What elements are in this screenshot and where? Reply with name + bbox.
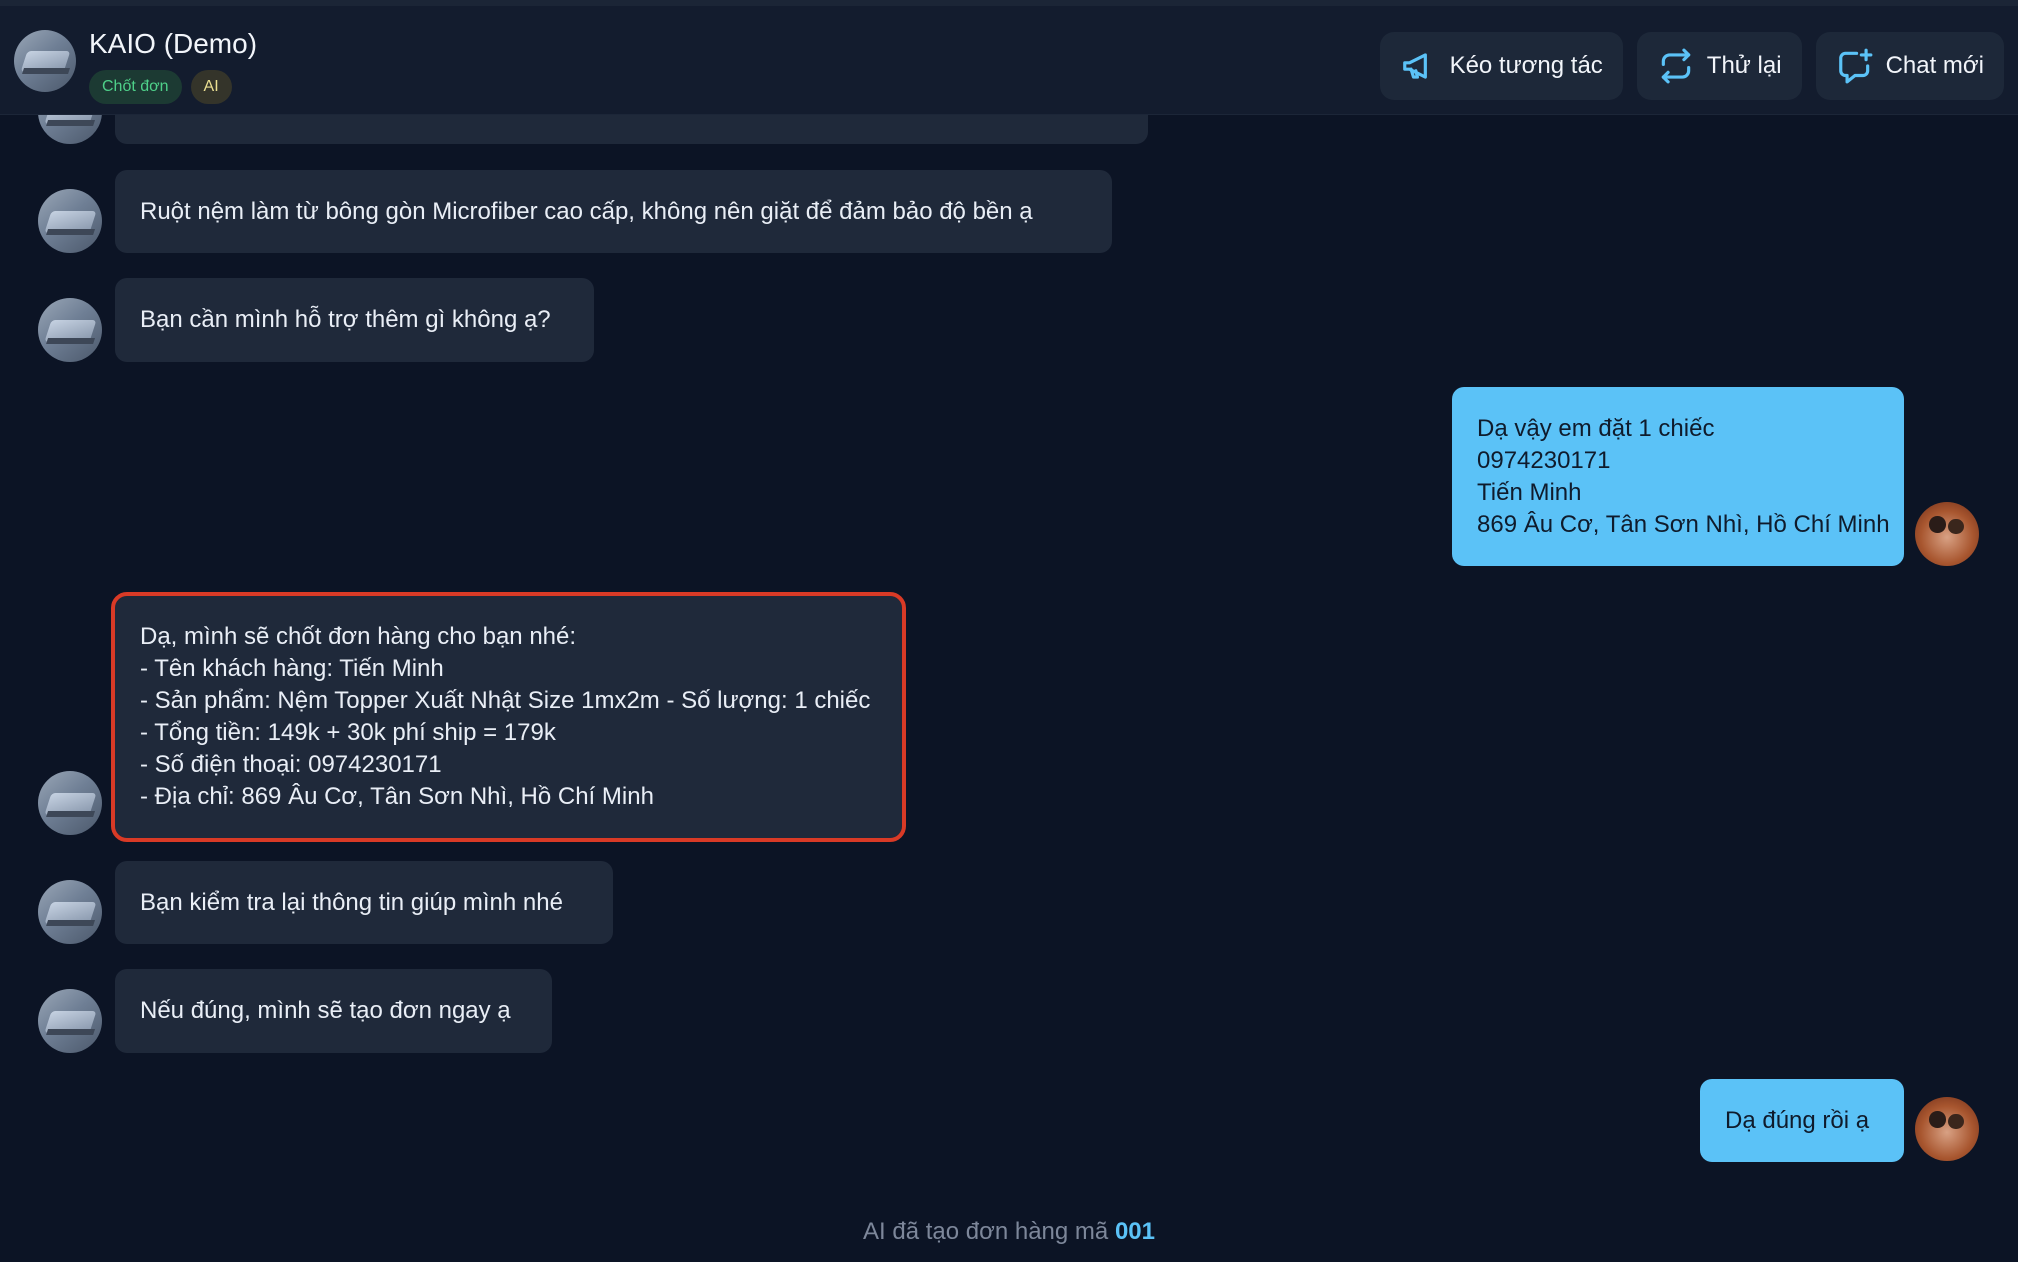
message-line: - Sản phẩm: Nệm Topper Xuất Nhật Size 1m… [140, 687, 871, 714]
new-chat-button-label: Chat mới [1885, 52, 1984, 79]
bot-avatar [38, 189, 102, 253]
bot-avatar [38, 989, 102, 1053]
retry-button-label: Thử lại [1706, 52, 1782, 79]
user-message: Dạ vậy em đặt 1 chiếc 0974230171 Tiến Mi… [1452, 387, 1904, 566]
message-line: - Địa chỉ: 869 Âu Cơ, Tân Sơn Nhì, Hồ Ch… [140, 783, 654, 810]
message-text: Dạ đúng rồi ạ [1725, 1106, 1870, 1134]
message-line: Dạ vậy em đặt 1 chiếc [1477, 414, 1715, 442]
bot-message: Bạn cần mình hỗ trợ thêm gì không ạ? [115, 278, 594, 362]
engagement-button-label: Kéo tương tác [1449, 52, 1603, 79]
message-line: Tiến Minh [1477, 478, 1582, 506]
message-line: - Số điện thoại: 0974230171 [140, 751, 442, 778]
user-avatar [1915, 1097, 1979, 1161]
order-code: 001 [1114, 1218, 1155, 1245]
megaphone-icon [1402, 53, 1427, 79]
message-text: Ruột nệm làm từ bông gòn Microfiber cao … [140, 197, 1033, 225]
header-actions: Kéo tương tác Thử lại Chat mới [1379, 32, 2004, 100]
message-text: Bạn cần mình hỗ trợ thêm gì không ạ? [140, 306, 551, 333]
bot-message: Ruột nệm làm từ bông gòn Microfiber cao … [115, 170, 1112, 253]
order-created-text: AI đã tạo đơn hàng mã [863, 1218, 1109, 1245]
bot-avatar [14, 30, 76, 92]
bot-avatar [38, 880, 102, 944]
bot-avatar [38, 771, 102, 835]
bot-message: Bạn kiểm tra lại thông tin giúp mình nhé [115, 861, 613, 944]
status-badge-ai: AI [190, 70, 232, 104]
chat-title: KAIO (Demo) [89, 28, 258, 59]
message-text: Bạn kiểm tra lại thông tin giúp mình nhé [140, 888, 563, 916]
message-line: - Tên khách hàng: Tiến Minh [140, 655, 444, 682]
message-line: Dạ, mình sẽ chốt đơn hàng cho bạn nhé: [140, 623, 577, 650]
message-text: Nếu đúng, mình sẽ tạo đơn ngay ạ [140, 997, 511, 1024]
order-summary-message: Dạ, mình sẽ chốt đơn hàng cho bạn nhé: -… [111, 592, 906, 842]
order-created-notice: AI đã tạo đơn hàng mã 001 [0, 1218, 2018, 1246]
retry-icon [1661, 48, 1691, 84]
message-line: - Tổng tiền: 149k + 30k phí ship = 179k [140, 719, 556, 746]
status-badge-closing: Chốt đơn [89, 70, 182, 104]
message-line: 869 Âu Cơ, Tân Sơn Nhì, Hồ Chí Minh [1477, 510, 1890, 538]
chat-header: KAIO (Demo) Chốt đơn AI Kéo tương tác Th… [0, 6, 2018, 115]
bot-avatar [38, 298, 102, 362]
bot-message: Nếu đúng, mình sẽ tạo đơn ngay ạ [115, 969, 552, 1053]
status-badges: Chốt đơn AI [89, 70, 232, 104]
message-line: 0974230171 [1477, 446, 1611, 474]
new-chat-icon [1838, 48, 1872, 84]
new-chat-button[interactable]: Chat mới [1815, 32, 2004, 100]
user-message: Dạ đúng rồi ạ [1700, 1079, 1904, 1162]
user-avatar [1915, 502, 1979, 566]
retry-button[interactable]: Thử lại [1636, 32, 1802, 100]
engagement-button[interactable]: Kéo tương tác [1379, 32, 1623, 100]
